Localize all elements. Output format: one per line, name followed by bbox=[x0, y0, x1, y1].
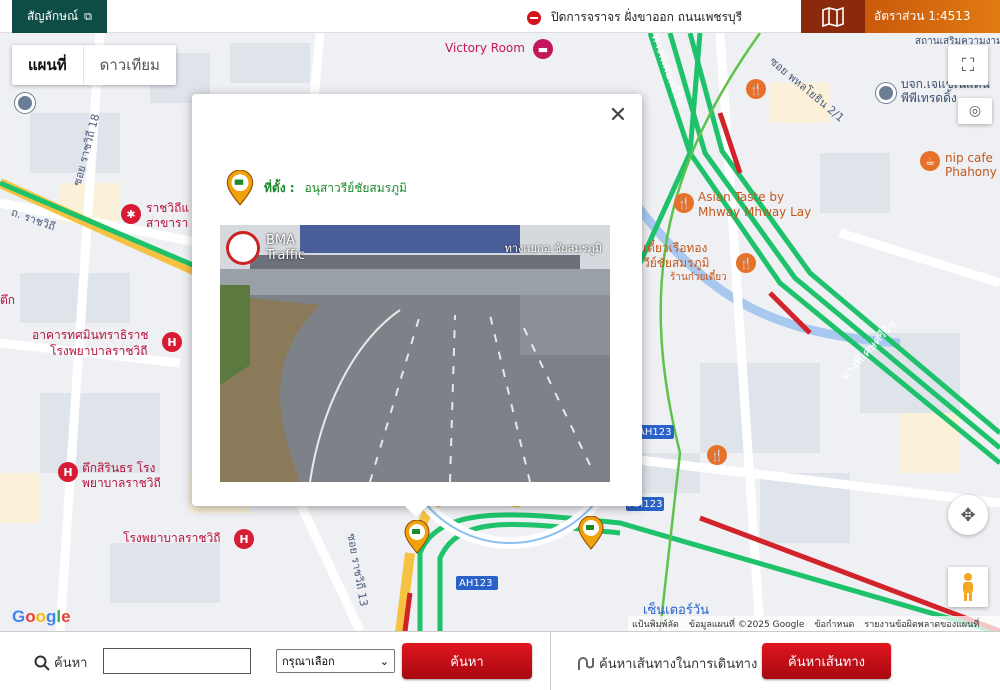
search-label: ค้นหา bbox=[34, 652, 87, 673]
divider bbox=[550, 632, 551, 690]
poi-asian-taste2: Mhway Mhway Lay bbox=[698, 205, 812, 219]
tab-map[interactable]: แผนที่ bbox=[12, 45, 84, 85]
map-data-text: ข้อมูลแผนที่ ©2025 Google bbox=[688, 619, 805, 630]
camera-control-button[interactable]: ✥ bbox=[948, 495, 988, 535]
restaurant-icon[interactable]: 🍴 bbox=[746, 79, 766, 99]
poi-marker-icon[interactable] bbox=[876, 83, 896, 103]
camera-info-popup: ✕ ที่ตั้ง : อนุสาวรีย์ชัยสมรภูมิ BMA Tra… bbox=[192, 94, 642, 506]
fullscreen-button[interactable]: ⛶ bbox=[948, 45, 988, 85]
terms-link[interactable]: ข้อกำหนด bbox=[814, 617, 854, 631]
route-icon bbox=[578, 656, 594, 670]
map-attribution: แป้นพิมพ์ลัด ข้อมูลแผนที่ ©2025 Google ข… bbox=[628, 616, 1000, 631]
route-search-button[interactable]: ค้นหาเส้นทาง bbox=[762, 643, 891, 679]
poi-sirinthorn2: พยาบาลราชวิถี bbox=[82, 476, 161, 490]
hospital-icon[interactable]: H bbox=[58, 462, 78, 482]
street-view-pegman[interactable] bbox=[948, 567, 988, 607]
search-bar: ค้นหา กรุณาเลือก ⌄ ค้นหา ค้นหาเส้นทางในก… bbox=[0, 631, 1000, 690]
map-type-switcher: แผนที่ ดาวเทียม bbox=[12, 45, 176, 85]
bma-traffic-logo: BMA Traffic bbox=[226, 231, 305, 265]
route-label: ค้นหาเส้นทางในการเดินทาง bbox=[577, 653, 757, 674]
top-bar: สัญลักษณ์ ⧉ ปิดการจราจร ฝั่งขาออก ถนนเพช… bbox=[0, 0, 1000, 33]
poi-hospital-rajavithi: โรงพยาบาลราชวิถี bbox=[50, 344, 148, 358]
map-toggle-button[interactable] bbox=[801, 0, 865, 33]
hospital-icon[interactable]: H bbox=[162, 332, 182, 352]
cam-brand-line1: BMA bbox=[266, 233, 296, 248]
poi-marker-icon[interactable] bbox=[15, 93, 35, 113]
poi-ratchawithi-school[interactable]: ราชวิถีแ bbox=[146, 201, 189, 215]
tab-satellite[interactable]: ดาวเทียม bbox=[84, 45, 176, 85]
bma-emblem-icon bbox=[226, 231, 260, 265]
traffic-camera-marker[interactable] bbox=[404, 520, 430, 554]
location-label: ที่ตั้ง : bbox=[264, 180, 295, 195]
legend-label: สัญลักษณ์ bbox=[26, 9, 79, 23]
poi-noodle[interactable]: เตี๋ยวเรือทอง bbox=[643, 241, 707, 255]
poi-victory-room[interactable]: Victory Room bbox=[445, 41, 525, 55]
cafe-icon[interactable]: ☕ bbox=[920, 151, 940, 171]
poi-building[interactable]: อาคารทศมินทราธิราช bbox=[32, 328, 149, 342]
traffic-camera-marker[interactable] bbox=[578, 516, 604, 550]
keyboard-shortcuts-link[interactable]: แป้นพิมพ์ลัด bbox=[632, 617, 679, 631]
report-error-link[interactable]: รายงานข้อผิดพลาดของแผนที่ bbox=[864, 617, 979, 631]
search-icon bbox=[34, 655, 50, 671]
pegman-icon bbox=[963, 573, 973, 601]
school-icon[interactable]: ✱ bbox=[121, 204, 141, 224]
poi-nip-cafe[interactable]: nip cafe bbox=[945, 151, 993, 165]
poi-hospital-rajavithi2[interactable]: โรงพยาบาลราชวิถี bbox=[123, 531, 220, 545]
scale-indicator: อัตราส่วน 1:4513 bbox=[865, 0, 1000, 33]
camera-caption: ทางแยกอ.ชัยสมรภูมิ bbox=[504, 242, 602, 255]
cam-brand-line2: Traffic bbox=[266, 248, 306, 263]
category-select[interactable]: กรุณาเลือก ⌄ bbox=[276, 649, 395, 673]
hotel-icon[interactable]: ▬ bbox=[533, 39, 553, 59]
poi-label-bangkok2: พีพีเทรดดิ้ง bbox=[901, 91, 957, 105]
pan-arrows-icon: ✥ bbox=[960, 504, 976, 526]
fullscreen-icon: ⛶ bbox=[961, 54, 975, 76]
search-button[interactable]: ค้นหา bbox=[402, 643, 532, 679]
route-label-text: ค้นหาเส้นทางในการเดินทาง bbox=[599, 657, 758, 672]
poi-ratchawithi-school2: สาขารา bbox=[146, 216, 189, 230]
search-label-text: ค้นหา bbox=[54, 656, 88, 671]
map-view[interactable]: แผนที่ ดาวเทียม Victory Room ▬ บจก.เจแชเ… bbox=[0, 33, 1000, 631]
notice-text: ปิดการจราจร ฝั่งขาออก ถนนเพชรบุรี bbox=[551, 10, 743, 24]
location-target-icon: ◎ bbox=[968, 103, 982, 119]
shield-ah123: AH123 bbox=[459, 578, 493, 589]
camera-pin-icon bbox=[226, 170, 254, 206]
location-value: อนุสาวรีย์ชัยสมรภูมิ bbox=[304, 180, 407, 195]
poi-tuek: ตึก bbox=[0, 293, 16, 307]
my-location-button[interactable]: ◎ bbox=[958, 98, 992, 124]
popup-location: ที่ตั้ง : อนุสาวรีย์ชัยสมรภูมิ bbox=[226, 170, 407, 206]
no-entry-icon bbox=[527, 10, 541, 25]
close-icon[interactable]: ✕ bbox=[608, 105, 628, 127]
restaurant-icon[interactable]: 🍴 bbox=[707, 445, 727, 465]
traffic-camera-image[interactable]: BMA Traffic ทางแยกอ.ชัยสมรภูมิ bbox=[220, 225, 610, 482]
window-icon: ⧉ bbox=[84, 9, 93, 23]
shield-ah123: AH123 bbox=[638, 427, 672, 438]
road-closure-notice[interactable]: ปิดการจราจร ฝั่งขาออก ถนนเพชรบุรี bbox=[527, 8, 742, 27]
restaurant-icon[interactable]: 🍴 bbox=[674, 193, 694, 213]
search-input[interactable] bbox=[103, 648, 251, 674]
hospital-icon[interactable]: H bbox=[234, 529, 254, 549]
poi-noodle3: ร้านก๋วยเตี๋ยว bbox=[670, 272, 727, 283]
poi-sirinthorn[interactable]: ตึกสิรินธร โรง bbox=[82, 461, 155, 475]
popup-tail bbox=[404, 505, 428, 517]
google-logo[interactable]: Google bbox=[12, 607, 71, 627]
poi-noodle2: วีย์ชัยสมรภูมิ bbox=[643, 256, 710, 270]
map-icon bbox=[822, 6, 844, 27]
poi-asian-taste[interactable]: Asian Taste by bbox=[698, 190, 784, 204]
category-select-value: กรุณาเลือก bbox=[282, 655, 335, 668]
poi-phahony: Phahony bbox=[945, 165, 997, 179]
chevron-down-icon: ⌄ bbox=[379, 654, 389, 668]
restaurant-icon[interactable]: 🍴 bbox=[736, 253, 756, 273]
legend-button[interactable]: สัญลักษณ์ ⧉ bbox=[12, 0, 107, 33]
